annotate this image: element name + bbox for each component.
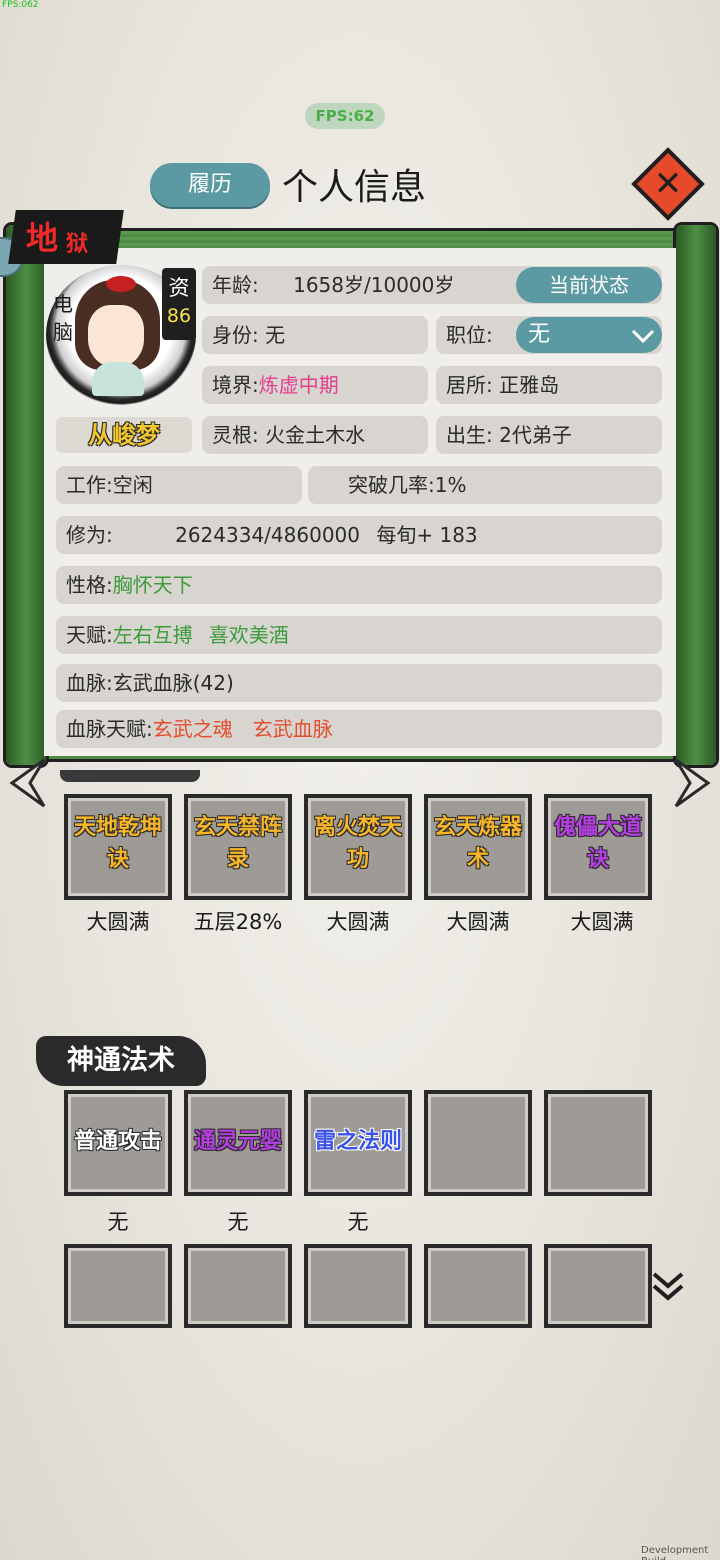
technique-status: 五层28% [193,910,283,934]
position-label: 职位: [446,323,493,347]
cultivation-value: 2624334/4860000 [175,523,360,547]
talent-row: 天赋:左右互搏 喜欢美酒 [56,616,662,654]
work-row: 工作:空闲 [56,466,302,504]
technique-status: 大圆满 [570,910,634,934]
technique-status: 大圆满 [86,910,150,934]
age-label: 年龄: [212,273,259,297]
technique-section-tab [60,770,200,782]
bloodline-talent-label: 血脉天赋: [66,717,153,741]
difficulty-tag-yu: 狱 [66,232,89,257]
page-title: 个人信息 [282,167,427,208]
position-dropdown[interactable]: 无 [516,317,662,353]
technique-name: 傀儡大道诀 [553,815,642,872]
position-value: 无 [528,322,551,347]
bloodline-row: 血脉:玄武血脉(42) [56,664,662,702]
magic-name: 雷之法则 [313,1129,402,1154]
control-label: 电脑 [53,292,73,344]
cultivation-row: 修为: 2624334/4860000 每旬+ 183 [56,516,662,554]
bloodline-talent-1: 玄武之魂 [152,717,233,741]
age-value: 1658岁/10000岁 [293,273,455,297]
magic-slot-empty[interactable] [544,1090,652,1196]
technique-name: 玄天禁阵录 [193,815,282,872]
magic-slot-empty[interactable] [304,1244,412,1328]
technique-status: 大圆满 [326,910,390,934]
bloodline-talent-2: 玄武血脉 [252,717,333,741]
aptitude-label: 资 [168,276,190,300]
magic-name: 通灵元婴 [193,1129,282,1154]
bloodline-talent-row: 血脉天赋:玄武之魂 玄武血脉 [56,710,662,748]
technique-name: 玄天炼器术 [433,815,522,872]
realm-row: 境界:炼虚中期 [202,366,428,404]
spirit-root-row: 灵根: 火金土木水 [202,416,428,454]
next-arrow-icon[interactable] [672,758,712,808]
cultivation-rate: 每旬+ 183 [376,523,478,547]
personality-row: 性格:胸怀天下 [56,566,662,604]
avatar-body [92,362,144,396]
realm-label: 境界: [212,373,259,397]
scroll-roller-right [676,225,716,765]
magic-slot-empty[interactable] [64,1244,172,1328]
cultivation-label: 修为: [66,523,113,547]
avatar-face [88,305,144,367]
scroll-roller-left [6,225,46,765]
magic-section-title: 神通法术 [67,1045,175,1076]
birth-row: 出生: 2代弟子 [436,416,662,454]
current-status-button[interactable]: 当前状态 [516,267,662,303]
aptitude-value: 86 [166,305,192,327]
fps-counter: FPS:062 [2,0,39,10]
technique-name: 离火焚天功 [313,815,402,872]
magic-slot-empty[interactable] [424,1090,532,1196]
character-name: 从峻梦 [88,421,160,449]
prev-arrow-icon[interactable] [8,758,48,808]
magic-status: 无 [107,1210,129,1234]
chevron-down-icon [631,329,655,344]
breakthrough-row: 突破几率:1% [308,466,662,504]
resume-button[interactable]: 履历 [150,163,270,207]
technique-status: 大圆满 [446,910,510,934]
realm-value: 炼虚中期 [258,373,339,397]
magic-slot-empty[interactable] [544,1244,652,1328]
close-icon[interactable]: ✕ [642,158,694,210]
difficulty-tag-di: 地 [26,219,59,257]
personality-label: 性格: [66,573,113,597]
talent-label: 天赋: [66,623,113,647]
magic-status: 无 [347,1210,369,1234]
magic-slot-empty[interactable] [184,1244,292,1328]
personality-value: 胸怀天下 [112,573,193,597]
expand-more-icon[interactable] [650,1268,686,1310]
technique-name: 天地乾坤诀 [73,815,162,872]
talent-2: 喜欢美酒 [208,623,289,647]
magic-name: 普通攻击 [73,1129,162,1154]
fps-pill: FPS:62 [305,103,385,129]
residence-row: 居所: 正雅岛 [436,366,662,404]
avatar-bow [106,276,136,292]
magic-status: 无 [227,1210,249,1234]
identity-row: 身份: 无 [202,316,428,354]
magic-slot-empty[interactable] [424,1244,532,1328]
talent-1: 左右互搏 [112,623,193,647]
dev-build-label: Development Build [641,1545,709,1560]
